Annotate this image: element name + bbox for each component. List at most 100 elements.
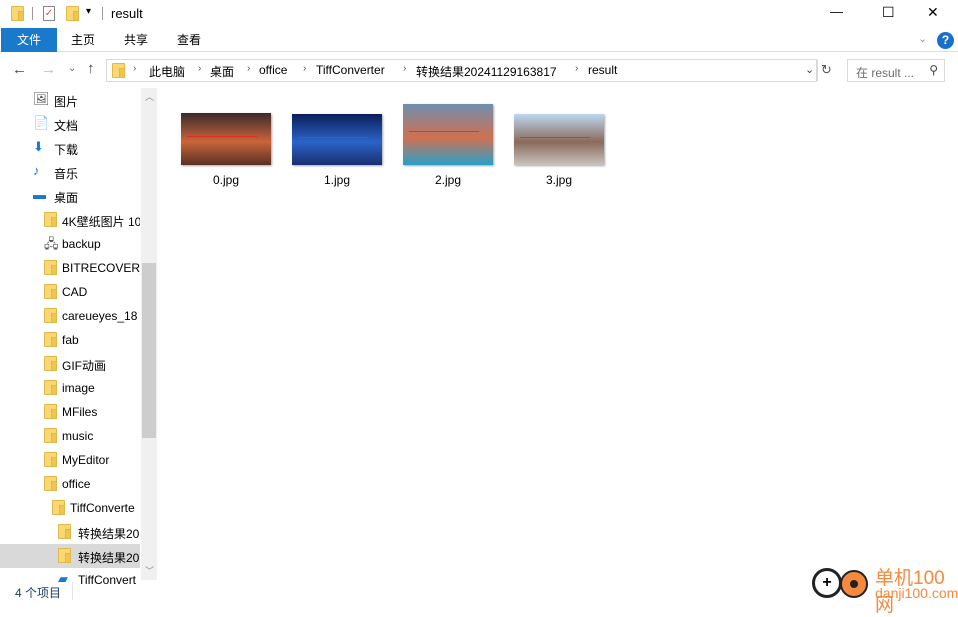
divider <box>817 60 818 81</box>
thumbnail-watermark <box>187 136 257 138</box>
tab-file[interactable]: 文件 <box>1 28 57 52</box>
divider <box>32 7 33 20</box>
scrollbar-thumb[interactable] <box>142 263 156 438</box>
breadcrumb-this-pc[interactable]: 此电脑 <box>149 63 185 80</box>
sidebar-item[interactable]: 🖼 图片 <box>0 88 140 112</box>
sidebar-item-label: CAD <box>62 285 88 299</box>
sidebar-item-label: 图片 <box>54 95 79 109</box>
breadcrumb-result[interactable]: result <box>588 63 617 77</box>
recent-locations-icon[interactable]: ⌄ <box>68 63 76 74</box>
close-button[interactable]: ✕ <box>927 4 939 21</box>
maximize-button[interactable]: ☐ <box>882 4 895 21</box>
customize-toolbar-icon[interactable]: ▾ <box>86 6 91 17</box>
tab-share[interactable]: 共享 <box>115 28 157 52</box>
sidebar-item-label: 转换结果20 <box>78 527 140 541</box>
sidebar-item-label: MFiles <box>62 405 98 419</box>
sidebar-item[interactable]: 🖧 backup <box>0 232 140 256</box>
sidebar-item-label: GIF动画 <box>62 359 106 373</box>
sidebar-item[interactable]: CAD <box>0 280 140 304</box>
chevron-right-icon[interactable]: › <box>575 63 578 74</box>
help-icon[interactable]: ? <box>937 32 954 49</box>
folder-icon <box>58 548 71 563</box>
ribbon: 文件 主页 共享 查看 ⌄ ? <box>0 28 958 52</box>
new-folder-icon[interactable] <box>66 6 79 21</box>
back-arrow-icon[interactable]: ← <box>12 61 27 78</box>
file-item[interactable]: 2.jpg <box>403 103 493 193</box>
sidebar-item-label: 音乐 <box>54 167 79 181</box>
chevron-right-icon[interactable]: › <box>303 63 306 74</box>
network-folder-icon: 🖧 <box>44 236 59 251</box>
sidebar-item[interactable]: office <box>0 472 140 496</box>
file-name: 1.jpg <box>323 173 351 187</box>
address-dropdown-icon[interactable]: ⌄ <box>805 63 814 76</box>
documents-icon: 📄 <box>33 115 50 130</box>
sidebar-item-label: TiffConvert <box>78 573 137 587</box>
chevron-right-icon[interactable]: › <box>133 63 136 74</box>
thumbnail-watermark <box>520 136 590 138</box>
sidebar-item-label: 文档 <box>54 119 79 133</box>
folder-icon <box>44 404 57 419</box>
tab-view[interactable]: 查看 <box>168 28 210 52</box>
sidebar-item[interactable]: 📄 文档 <box>0 112 140 136</box>
minimize-button[interactable]: — <box>830 4 843 19</box>
sidebar-item-label: 4K壁纸图片 10 <box>62 215 140 229</box>
scroll-down-icon[interactable]: ﹀ <box>145 564 154 577</box>
up-arrow-icon[interactable]: ↑ <box>87 60 95 77</box>
folder-icon <box>44 308 57 323</box>
file-item[interactable]: 0.jpg <box>181 103 271 193</box>
sidebar-item[interactable]: ⬇ 下载 <box>0 136 140 160</box>
file-item[interactable]: 3.jpg <box>514 103 604 193</box>
sidebar-item[interactable]: careueyes_18 <box>0 304 140 328</box>
sidebar-item[interactable]: MyEditor <box>0 448 140 472</box>
search-placeholder: 在 result ... <box>856 66 915 80</box>
sidebar-item-label: 桌面 <box>54 191 79 205</box>
sidebar-item[interactable]: image <box>0 376 140 400</box>
sidebar-item[interactable]: TiffConverte <box>0 496 140 520</box>
sidebar-item-label: TiffConverte <box>70 501 135 515</box>
refresh-icon[interactable]: ↻ <box>821 62 832 78</box>
file-name: 0.jpg <box>212 173 240 187</box>
sidebar-item[interactable]: 转换结果20 <box>0 544 140 568</box>
watermark-url: danji100.com <box>875 585 958 601</box>
title-bar: ✓ ▾ result — ☐ ✕ <box>0 0 958 28</box>
breadcrumb-result-folder[interactable]: 转换结果20241129163817 <box>416 63 557 80</box>
sidebar-item[interactable]: 转换结果20 <box>0 520 140 544</box>
image-thumbnail <box>403 104 493 165</box>
sidebar-item[interactable]: 4K壁纸图片 10 <box>0 208 140 232</box>
sidebar-item[interactable]: GIF动画 <box>0 352 140 376</box>
chevron-right-icon[interactable]: › <box>247 63 250 74</box>
folder-icon <box>112 63 125 78</box>
sidebar-item-label: music <box>62 429 94 443</box>
item-count: 4 个项目 <box>15 586 62 600</box>
search-input[interactable]: 在 result ... ⚲ <box>847 59 945 82</box>
folder-icon <box>44 332 57 347</box>
divider <box>102 7 103 20</box>
chevron-right-icon[interactable]: › <box>198 63 201 74</box>
breadcrumb-desktop[interactable]: 桌面 <box>210 63 234 80</box>
expand-ribbon-icon[interactable]: ⌄ <box>918 32 927 45</box>
sidebar-item[interactable]: ♪ 音乐 <box>0 160 140 184</box>
search-icon: ⚲ <box>929 63 938 77</box>
forward-arrow-icon[interactable]: → <box>41 61 56 78</box>
folder-icon <box>44 260 57 275</box>
sidebar-item-label: careueyes_18 <box>62 309 138 323</box>
scroll-up-icon[interactable]: ︿ <box>145 90 154 103</box>
sidebar-item[interactable]: MFiles <box>0 400 140 424</box>
sidebar-item-label: MyEditor <box>62 453 110 467</box>
tab-home[interactable]: 主页 <box>62 28 104 52</box>
breadcrumb-office[interactable]: office <box>259 63 287 77</box>
sidebar-item[interactable]: BITRECOVER_ <box>0 256 140 280</box>
file-name: 3.jpg <box>545 173 573 187</box>
divider <box>72 582 73 600</box>
sidebar-item[interactable]: fab <box>0 328 140 352</box>
sidebar-item[interactable]: ▬ 桌面 <box>0 184 140 208</box>
file-item[interactable]: 1.jpg <box>292 103 382 193</box>
sidebar-item[interactable]: music <box>0 424 140 448</box>
chevron-right-icon[interactable]: › <box>403 63 406 74</box>
sidebar-item-label: office <box>62 477 91 491</box>
sidebar-scrollbar[interactable]: ︿ ﹀ <box>141 88 157 580</box>
properties-icon[interactable]: ✓ <box>43 6 55 21</box>
breadcrumb-tiffconverter[interactable]: TiffConverter <box>316 63 385 77</box>
address-bar[interactable]: › 此电脑 › 桌面 › office › TiffConverter › 转换… <box>106 59 832 82</box>
file-name: 2.jpg <box>434 173 462 187</box>
